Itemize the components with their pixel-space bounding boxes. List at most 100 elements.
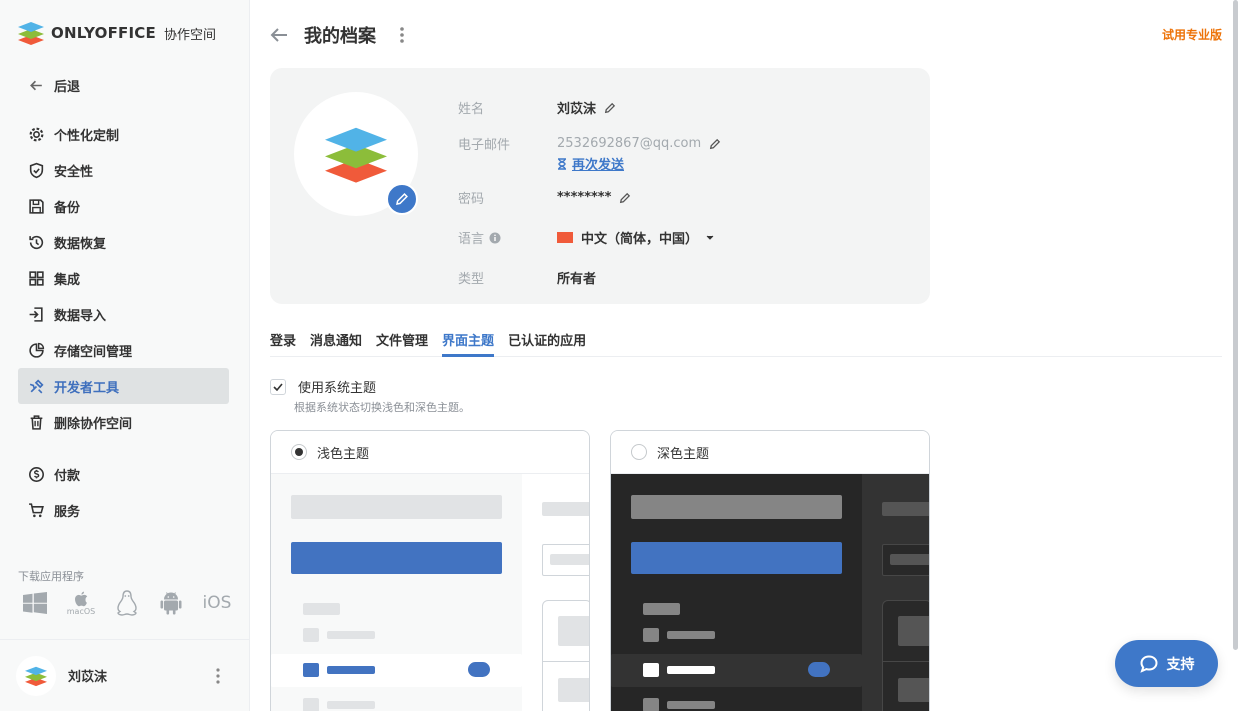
tab-notifications[interactable]: 消息通知 — [310, 330, 362, 357]
gear-icon — [29, 127, 44, 141]
sidebar-item-label: 安全性 — [54, 164, 94, 180]
more-vertical-icon[interactable] — [216, 668, 220, 684]
light-theme-preview — [271, 474, 589, 711]
sidebar-back[interactable]: 后退 — [18, 67, 229, 103]
pencil-icon[interactable] — [619, 192, 631, 204]
edit-avatar-button[interactable] — [386, 183, 418, 215]
arrow-left-icon — [30, 80, 42, 90]
password-value: ******** — [557, 190, 612, 205]
sidebar-item-label: 服务 — [54, 504, 81, 520]
support-button[interactable]: 支持 — [1115, 640, 1218, 687]
preview-main — [862, 474, 929, 711]
dark-theme-header[interactable]: 深色主题 — [611, 431, 929, 474]
email-value-wrap: 2532692867@qq.com — [557, 136, 721, 151]
pencil-icon[interactable] — [709, 138, 721, 150]
name-value-wrap: 刘苡沫 — [557, 98, 616, 117]
flag-icon — [557, 232, 573, 243]
sidebar-item-import[interactable]: 数据导入 — [18, 296, 229, 332]
use-system-theme-label: 使用系统主题 — [298, 381, 377, 396]
restore-icon — [29, 235, 44, 249]
android-icon[interactable] — [158, 590, 184, 616]
macos-icon[interactable]: macOS — [66, 590, 96, 616]
profile-card: 姓名 刘苡沫 电子邮件 2532692867@qq.com 再次发送 密码 **… — [270, 68, 930, 304]
profile-tabs: 登录 消息通知 文件管理 界面主题 已认证的应用 — [270, 330, 1222, 357]
onlyoffice-logo-icon — [325, 127, 387, 183]
chat-icon — [1139, 654, 1158, 673]
preview-sidebar — [271, 474, 522, 711]
sidebar-item-backup[interactable]: 备份 — [18, 188, 229, 224]
dark-theme-radio[interactable] — [631, 444, 647, 460]
support-label: 支持 — [1166, 656, 1195, 673]
sidebar: ONLYOFFICE 协作空间 后退 个性化定制 安全性 备份 数据恢复 集成 — [0, 0, 250, 711]
use-system-theme-description: 根据系统状态切换浅色和深色主题。 — [294, 401, 470, 414]
user-name: 刘苡沫 — [68, 670, 108, 685]
sidebar-item-restore[interactable]: 数据恢复 — [18, 224, 229, 260]
sidebar-item-label: 集成 — [54, 272, 81, 288]
sidebar-item-payments[interactable]: 付款 — [18, 456, 229, 492]
password-value-wrap: ******** — [557, 190, 631, 205]
back-arrow-icon[interactable] — [270, 27, 288, 43]
name-label: 姓名 — [458, 102, 485, 117]
resend-email-link[interactable]: 再次发送 — [557, 154, 624, 173]
app-window: ONLYOFFICE 协作空间 后退 个性化定制 安全性 备份 数据恢复 集成 — [0, 0, 1241, 711]
dark-theme-preview — [611, 474, 929, 711]
windows-icon[interactable] — [22, 590, 48, 616]
hourglass-icon — [558, 157, 566, 170]
scrollbar[interactable] — [1233, 0, 1238, 650]
tab-interface-theme[interactable]: 界面主题 — [442, 330, 495, 357]
language-value: 中文（简体，中国） — [581, 232, 699, 247]
sidebar-item-label: 付款 — [54, 468, 81, 484]
language-select[interactable]: 中文（简体，中国） — [557, 228, 714, 247]
sidebar-item-storage[interactable]: 存储空间管理 — [18, 332, 229, 368]
download-apps-title: 下载应用程序 — [18, 570, 84, 583]
light-theme-label: 浅色主题 — [317, 446, 370, 462]
coin-icon — [29, 466, 44, 482]
language-label: 语言 — [458, 232, 485, 247]
tab-login[interactable]: 登录 — [270, 330, 296, 357]
shield-icon — [29, 162, 44, 178]
sidebar-item-label: 数据恢复 — [54, 236, 107, 252]
onlyoffice-logo-icon — [18, 22, 44, 45]
sidebar-item-customization[interactable]: 个性化定制 — [18, 116, 229, 152]
sidebar-item-developer-tools[interactable]: 开发者工具 — [18, 368, 229, 404]
pencil-icon[interactable] — [604, 102, 616, 114]
tab-file-management[interactable]: 文件管理 — [376, 330, 428, 357]
sidebar-item-integration[interactable]: 集成 — [18, 260, 229, 296]
tab-authorized-apps[interactable]: 已认证的应用 — [508, 330, 586, 357]
light-theme-radio[interactable] — [291, 444, 307, 460]
sidebar-item-label: 数据导入 — [54, 308, 107, 324]
sidebar-item-label: 个性化定制 — [54, 128, 120, 144]
type-row: 类型 所有者 — [458, 268, 596, 287]
password-row: 密码 ******** — [458, 188, 631, 207]
preview-sidebar — [611, 474, 862, 711]
name-value: 刘苡沫 — [557, 102, 597, 117]
chevron-down-icon — [706, 235, 714, 240]
sidebar-item-delete-space[interactable]: 删除协作空间 — [18, 404, 229, 440]
page-title: 我的档案 — [304, 26, 376, 47]
sidebar-item-security[interactable]: 安全性 — [18, 152, 229, 188]
dark-theme-card[interactable]: 深色主题 — [610, 430, 930, 711]
preview-main — [522, 474, 589, 711]
page-header: 我的档案 — [270, 22, 404, 48]
onlyoffice-logo-icon — [25, 666, 47, 686]
trial-upgrade-link[interactable]: 试用专业版 — [1162, 26, 1222, 43]
logo[interactable]: ONLYOFFICE 协作空间 — [17, 20, 216, 46]
light-theme-card[interactable]: 浅色主题 — [270, 430, 590, 711]
logo-brand: ONLYOFFICE — [51, 24, 156, 42]
import-icon — [29, 306, 43, 322]
more-vertical-icon[interactable] — [400, 26, 404, 44]
logo-sub: 协作空间 — [163, 27, 216, 43]
sidebar-item-services[interactable]: 服务 — [18, 492, 229, 528]
ios-icon[interactable]: iOS — [202, 590, 232, 616]
email-row: 电子邮件 2532692867@qq.com — [458, 134, 721, 153]
use-system-theme-checkbox[interactable] — [270, 378, 286, 395]
avatar[interactable] — [16, 655, 56, 696]
type-value: 所有者 — [557, 272, 597, 287]
linux-icon[interactable] — [114, 590, 140, 616]
use-system-theme[interactable]: 使用系统主题 — [270, 377, 376, 396]
info-icon[interactable] — [489, 232, 501, 244]
sidebar-user[interactable]: 刘苡沫 — [0, 639, 250, 711]
password-label: 密码 — [458, 192, 485, 207]
light-theme-header[interactable]: 浅色主题 — [271, 431, 589, 474]
email-value: 2532692867@qq.com — [557, 136, 702, 151]
